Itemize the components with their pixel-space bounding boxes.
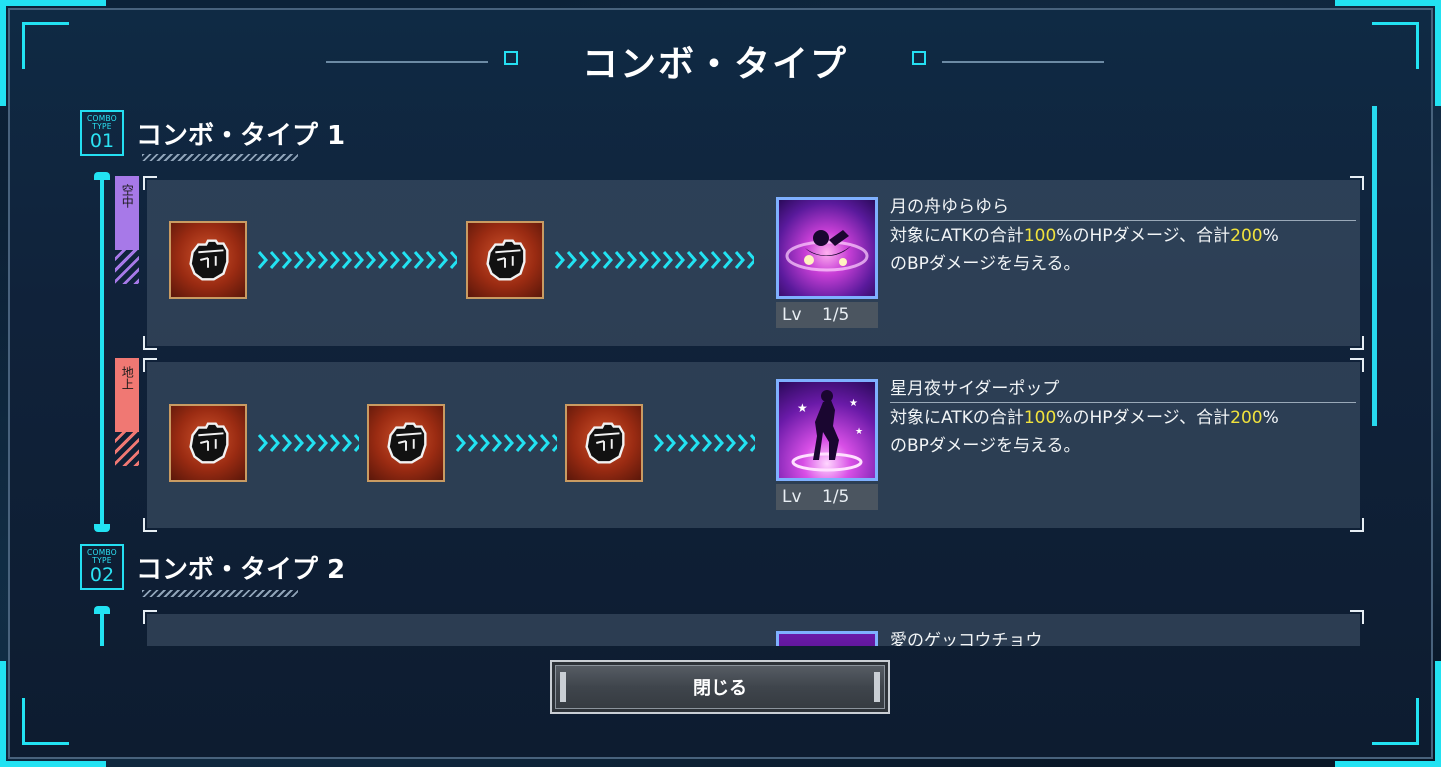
desc-value: 200	[1230, 408, 1263, 428]
fist-icon	[565, 404, 643, 482]
combo-arrow-icon	[554, 246, 754, 274]
section-header-1: COMBO TYPE 01 コンボ・タイプ 1	[80, 110, 345, 156]
desc-value: 100	[1023, 226, 1057, 246]
svg-text:★: ★	[855, 427, 863, 437]
lv-label: Lv	[782, 487, 802, 507]
desc-text: %	[1262, 408, 1279, 428]
modal-corner	[22, 22, 69, 69]
badge-number: 02	[89, 564, 115, 586]
bracket	[1350, 610, 1364, 624]
bracket	[143, 610, 157, 624]
desc-text: のBPダメージを与える。	[890, 436, 1081, 456]
air-tag: 空中	[115, 176, 139, 250]
ground-tag-stripe	[115, 432, 139, 466]
lv-label: Lv	[782, 305, 802, 325]
modal-title: コンボ・タイプ	[581, 44, 848, 85]
combo-arrow-icon	[257, 429, 359, 457]
bracket	[143, 518, 157, 532]
section-title: コンボ・タイプ 2	[136, 554, 346, 585]
section-divider	[142, 154, 298, 161]
bracket	[1350, 358, 1364, 372]
lv-value: 1/5	[822, 487, 850, 507]
desc-text: のBPダメージを与える。	[890, 254, 1081, 274]
desc-value: 100	[1023, 408, 1057, 428]
header-line	[326, 61, 488, 63]
desc-text: 対象にATKの合計	[890, 408, 1024, 428]
close-button[interactable]: 閉じる	[550, 660, 890, 714]
combo-row-2: ★ ★ ★ Lv 1/5 星月夜サイダーポップ 対象にATKの合計100%のHPダメ…	[143, 358, 1364, 532]
timeline-line	[100, 610, 104, 646]
button-notch	[560, 672, 566, 702]
fist-icon	[169, 221, 247, 299]
air-tag-label: 空中	[120, 184, 135, 208]
svg-text:★: ★	[797, 401, 808, 415]
scrollbar[interactable]	[1372, 106, 1377, 426]
skill-separator	[890, 220, 1356, 221]
combo-row-1: Lv 1/5 月の舟ゆらゆら 対象にATKの合計100%のHPダメージ、合計20…	[143, 176, 1364, 350]
header-deco-icon	[912, 51, 926, 65]
header-line	[942, 61, 1104, 63]
desc-text: %のHPダメージ、合計	[1056, 226, 1231, 246]
timeline-cap	[94, 524, 110, 532]
bracket	[1350, 336, 1364, 350]
section-title: コンボ・タイプ 1	[136, 120, 346, 151]
skill-separator	[890, 402, 1356, 403]
combo-arrow-icon	[257, 246, 457, 274]
fist-icon	[367, 404, 445, 482]
desc-text: %	[1262, 226, 1279, 246]
header-deco-icon	[504, 51, 518, 65]
bracket	[1350, 176, 1364, 190]
desc-text: %のHPダメージ、合計	[1056, 408, 1231, 428]
skill-name: 星月夜サイダーポップ	[890, 379, 1060, 399]
section-header-2: COMBO TYPE 02 コンボ・タイプ 2	[80, 544, 345, 590]
ground-tag-label: 地上	[120, 366, 135, 390]
modal-corner	[1372, 698, 1419, 745]
badge-number: 01	[89, 130, 115, 152]
bracket	[143, 336, 157, 350]
ground-tag: 地上	[115, 358, 139, 432]
badge-label: COMBO TYPE	[86, 548, 118, 565]
modal-header: コンボ・タイプ	[320, 28, 1110, 94]
combo-type-badge: COMBO TYPE 02	[80, 544, 124, 590]
fist-icon	[169, 404, 247, 482]
section-divider	[142, 590, 298, 597]
skill-level: Lv 1/5	[776, 484, 878, 510]
skill-name: 愛のゲッコウチョウ	[890, 631, 1043, 646]
svg-text:★: ★	[849, 398, 858, 409]
bracket	[143, 358, 157, 372]
badge-label: COMBO TYPE	[86, 114, 118, 131]
desc-value: 200	[1230, 226, 1263, 246]
combo-type-badge: COMBO TYPE 01	[80, 110, 124, 156]
combo-list-scroll[interactable]: COMBO TYPE 01 コンボ・タイプ 1 空中 Lv 1/5 月の舟ゆらゆら	[70, 104, 1370, 646]
combo-row-3: 愛のゲッコウチョウ	[143, 610, 1364, 646]
close-button-label: 閉じる	[693, 678, 747, 699]
fist-icon	[466, 221, 544, 299]
bracket	[143, 176, 157, 190]
skill-description: 対象にATKの合計100%のHPダメージ、合計200% のBPダメージを与える。	[890, 404, 1360, 460]
skill-moon-boat-icon[interactable]	[776, 197, 878, 299]
combo-arrow-icon	[455, 429, 557, 457]
skill-starry-cider-icon[interactable]: ★ ★ ★	[776, 379, 878, 481]
lv-value: 1/5	[822, 305, 850, 325]
skill-moth-icon[interactable]	[776, 631, 878, 646]
air-tag-stripe	[115, 250, 139, 284]
skill-level: Lv 1/5	[776, 302, 878, 328]
bracket	[1350, 518, 1364, 532]
modal-corner	[1372, 22, 1419, 69]
button-notch	[874, 672, 880, 702]
skill-name: 月の舟ゆらゆら	[890, 197, 1009, 217]
skill-description: 対象にATKの合計100%のHPダメージ、合計200% のBPダメージを与える。	[890, 222, 1360, 278]
combo-arrow-icon	[653, 429, 755, 457]
desc-text: 対象にATKの合計	[890, 226, 1024, 246]
modal-corner	[22, 698, 69, 745]
timeline-line	[100, 176, 104, 528]
